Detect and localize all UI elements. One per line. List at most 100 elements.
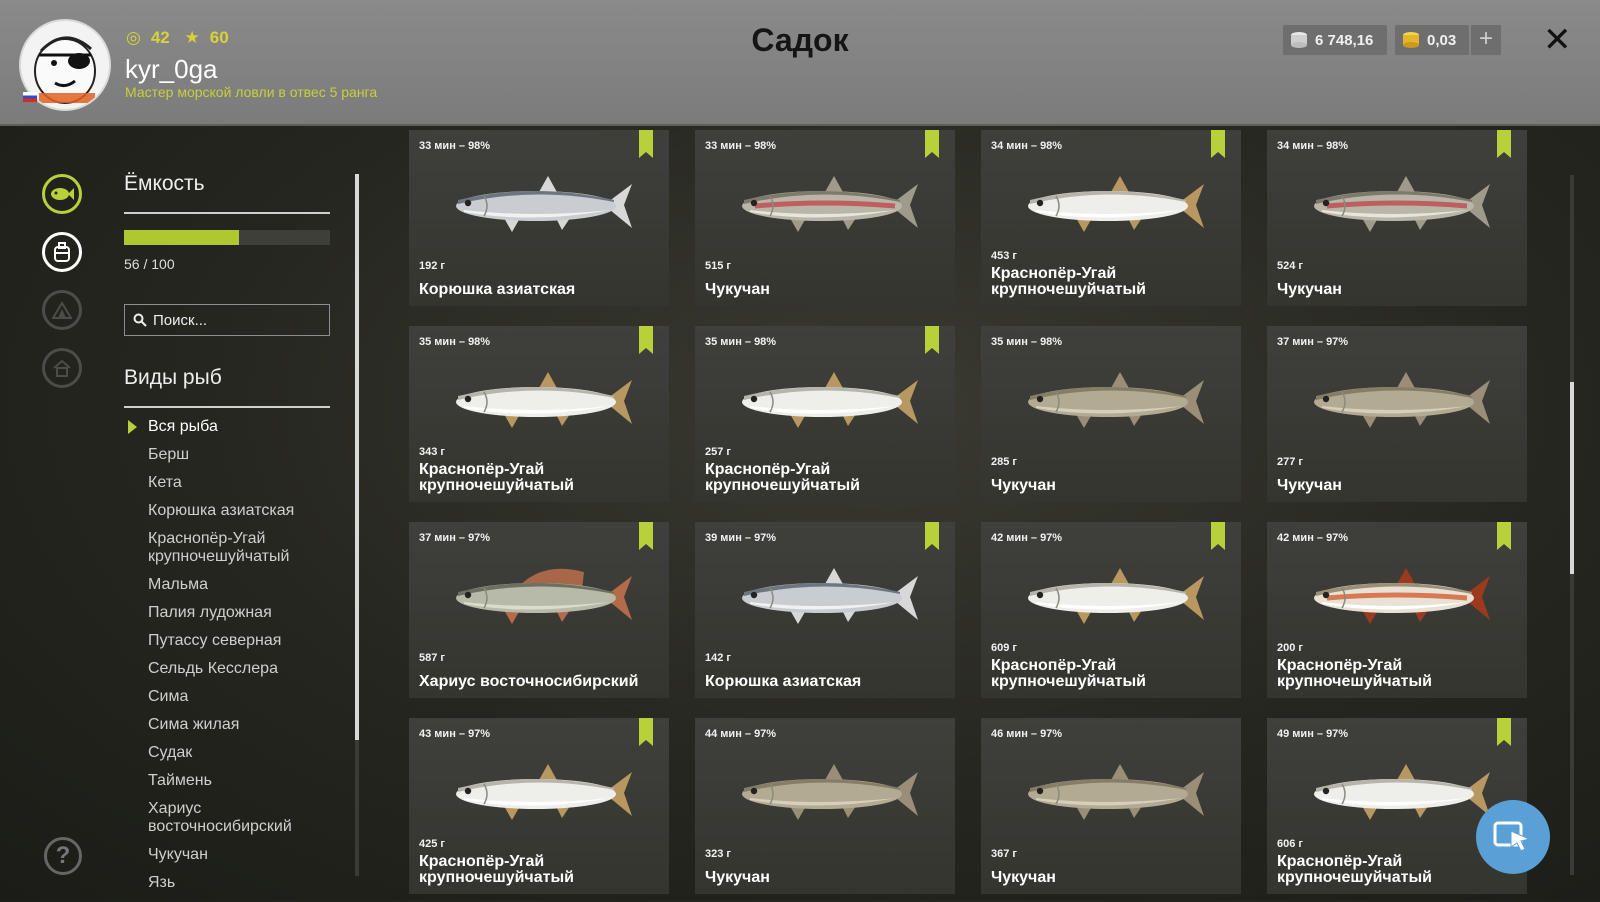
bookmark-icon[interactable]	[925, 522, 939, 550]
species-item[interactable]: Язь	[148, 874, 338, 892]
bookmark-icon[interactable]	[925, 326, 939, 354]
fish-card[interactable]: 44 мин – 97% 323 г Чукучан	[695, 718, 955, 894]
bookmark-icon[interactable]	[1497, 522, 1511, 550]
fish-card[interactable]: 42 мин – 97% 609 г Краснопёр-Угай крупноч…	[981, 522, 1241, 698]
fish-weight: 515 г	[705, 260, 731, 272]
species-label: Берш	[148, 446, 190, 463]
catch-time: 42 мин – 97%	[1277, 532, 1349, 544]
fish-card[interactable]: 39 мин – 97% 142 г Корюшка азиатская	[695, 522, 955, 698]
fish-card[interactable]: 43 мин – 97% 425 г Краснопёр-Угай крупноч…	[409, 718, 669, 894]
fish-card[interactable]: 35 мин – 98% 257 г Краснопёр-Угай крупноч…	[695, 326, 955, 502]
fish-name: Корюшка азиатская	[419, 281, 576, 298]
fish-image	[1016, 562, 1206, 632]
fish-card[interactable]: 35 мин – 98% 285 г Чукучан	[981, 326, 1241, 502]
fish-name: Краснопёр-Угай крупночешуйчатый	[991, 657, 1146, 690]
fish-image	[1016, 366, 1206, 436]
species-item[interactable]: Берш	[148, 446, 338, 464]
cursor-mode-button[interactable]	[1476, 800, 1550, 874]
fish-weight: 587 г	[419, 652, 445, 664]
fish-weight: 142 г	[705, 652, 731, 664]
species-label: Путассу северная	[148, 632, 282, 649]
grid-scrollbar-thumb[interactable]	[1570, 382, 1574, 574]
fish-image	[1302, 562, 1492, 632]
house-icon[interactable]	[42, 348, 82, 388]
add-currency-button[interactable]: +	[1471, 25, 1501, 55]
species-label: Палия лудожная	[148, 604, 272, 621]
catch-time: 37 мин – 97%	[419, 532, 491, 544]
fish-name: Чукучан	[991, 477, 1056, 494]
capacity-bar	[124, 230, 330, 245]
species-item[interactable]: Хариус восточносибирский	[148, 800, 338, 836]
fish-name: Чукучан	[705, 869, 770, 886]
fish-image	[730, 170, 920, 240]
sidebar-scrollbar-thumb[interactable]	[355, 174, 359, 740]
species-list: Вся рыба Берш Кета Корюшка азиатская Красноп…	[128, 418, 338, 902]
fish-image	[1016, 758, 1206, 828]
bookmark-icon[interactable]	[639, 130, 653, 158]
bookmark-icon[interactable]	[639, 326, 653, 354]
species-item[interactable]: Мальма	[148, 576, 338, 594]
fish-name: Краснопёр-Угай крупночешуйчатый	[991, 265, 1146, 298]
fish-name: Краснопёр-Угай крупночешуйчатый	[419, 853, 574, 886]
fish-image	[1016, 170, 1206, 240]
fish-card[interactable]: 42 мин – 97% 200 г Краснопёр-Угай крупноч…	[1267, 522, 1527, 698]
species-item[interactable]: Корюшка азиатская	[148, 502, 338, 520]
bookmark-icon[interactable]	[925, 130, 939, 158]
search-input[interactable]: Поиск...	[124, 304, 330, 336]
fish-name: Корюшка азиатская	[705, 673, 862, 690]
species-item[interactable]: Кета	[148, 474, 338, 492]
gold-coins-icon	[1403, 32, 1419, 48]
fish-card[interactable]: 35 мин – 98% 343 г Краснопёр-Угай крупноч…	[409, 326, 669, 502]
sidebar-scrollbar-track[interactable]	[355, 740, 359, 876]
species-item[interactable]: Вся рыба	[128, 418, 338, 436]
fish-card[interactable]: 34 мин – 98% 524 г Чукучан	[1267, 130, 1527, 306]
species-label: Корюшка азиатская	[148, 502, 295, 519]
catch-time: 49 мин – 97%	[1277, 728, 1349, 740]
species-item[interactable]: Сельдь Кесслера	[148, 660, 338, 678]
fish-card[interactable]: 37 мин – 97% 587 г Хариус восточносибирск…	[409, 522, 669, 698]
fish-name: Краснопёр-Угай крупночешуйчатый	[419, 461, 574, 494]
bookmark-icon[interactable]	[1497, 130, 1511, 158]
species-item[interactable]: Сима жилая	[148, 716, 338, 734]
species-item[interactable]: Судак	[148, 744, 338, 762]
help-button[interactable]: ?	[44, 837, 82, 875]
keepnet-fish-icon[interactable]	[42, 174, 82, 214]
selected-arrow-icon	[128, 420, 137, 434]
fish-card[interactable]: 49 мин – 97% 606 г Краснопёр-Угай крупноч…	[1267, 718, 1527, 894]
species-item[interactable]: Палия лудожная	[148, 604, 338, 622]
bookmark-icon[interactable]	[1211, 522, 1225, 550]
species-item[interactable]: Путассу северная	[148, 632, 338, 650]
fish-name: Чукучан	[705, 281, 770, 298]
species-item[interactable]: Таймень	[148, 772, 338, 790]
bookmark-icon[interactable]	[639, 522, 653, 550]
species-item[interactable]: Чукучан	[148, 846, 338, 864]
flag-icon	[23, 92, 37, 102]
tent-icon[interactable]	[42, 290, 82, 330]
cursor-icon	[1493, 821, 1531, 852]
bookmark-icon[interactable]	[1211, 130, 1225, 158]
fish-weight: 277 г	[1277, 456, 1303, 468]
silver-balance: 6 748,16	[1283, 25, 1387, 55]
bookmark-icon[interactable]	[1497, 718, 1511, 746]
fish-card[interactable]: 46 мин – 97% 367 г Чукучан	[981, 718, 1241, 894]
catch-time: 39 мин – 97%	[705, 532, 777, 544]
species-title: Виды рыб	[124, 366, 222, 389]
fish-card[interactable]: 37 мин – 97% 277 г Чукучан	[1267, 326, 1527, 502]
species-label: Кета	[148, 474, 182, 491]
fish-card[interactable]: 34 мин – 98% 453 г Краснопёр-Угай крупноч…	[981, 130, 1241, 306]
fish-image	[730, 366, 920, 436]
backpack-icon[interactable]	[42, 232, 82, 272]
close-button[interactable]: ✕	[1543, 20, 1572, 60]
search-placeholder: Поиск...	[153, 311, 208, 329]
catch-time: 34 мин – 98%	[991, 140, 1063, 152]
fish-card[interactable]: 33 мин – 98% 515 г Чукучан	[695, 130, 955, 306]
species-item[interactable]: Краснопёр-Угай крупночешуйчатый	[148, 530, 338, 566]
species-label: Краснопёр-Угай крупночешуйчатый	[148, 530, 290, 565]
divider	[124, 212, 330, 214]
fish-card[interactable]: 33 мин – 98% 192 г Корюшка азиатская	[409, 130, 669, 306]
catch-time: 44 мин – 97%	[705, 728, 777, 740]
species-item[interactable]: Сима	[148, 688, 338, 706]
header-bar: ◎ 42 ★ 60 kyr_0ga Мастер морской ловли в о…	[0, 0, 1600, 126]
bookmark-icon[interactable]	[639, 718, 653, 746]
catch-time: 42 мин – 97%	[991, 532, 1063, 544]
